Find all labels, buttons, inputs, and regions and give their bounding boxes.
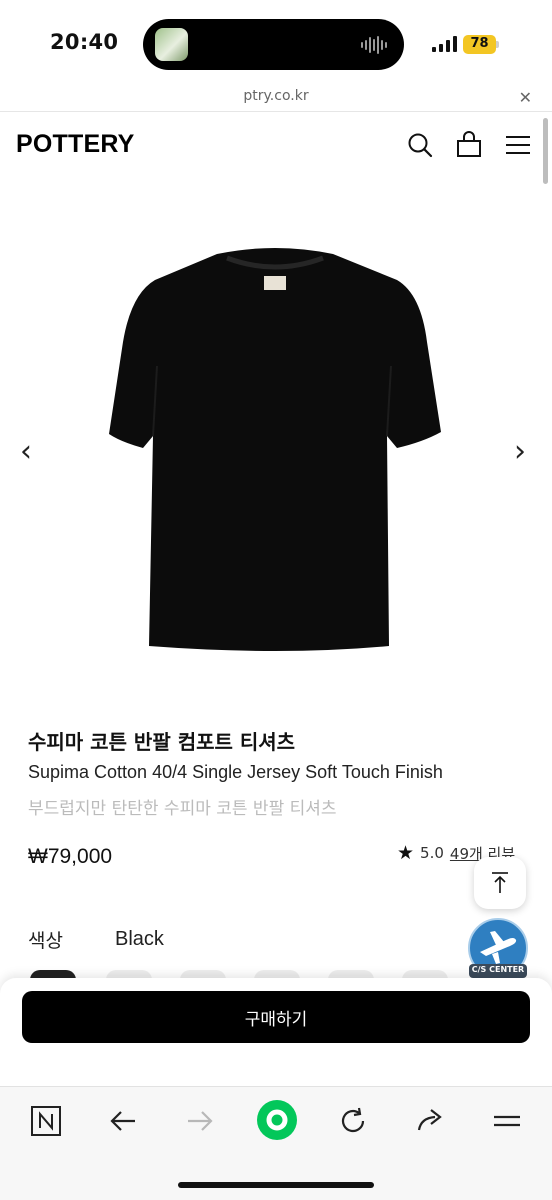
audio-waveform-icon [361, 36, 387, 54]
forward-arrow-icon[interactable] [182, 1103, 218, 1139]
close-icon[interactable]: ✕ [519, 88, 532, 107]
naver-n-icon[interactable] [28, 1103, 64, 1139]
battery-level: 78 [470, 36, 489, 51]
dynamic-island[interactable] [143, 19, 404, 70]
cs-center-label: C/S CENTER [471, 965, 525, 974]
scroll-to-top-button[interactable] [474, 857, 526, 909]
hamburger-menu-icon[interactable] [504, 131, 532, 159]
status-bar: 20:40 78 [0, 0, 552, 84]
share-icon[interactable] [412, 1103, 448, 1139]
product-price: ₩79,000 [28, 845, 113, 868]
url-text[interactable]: ptry.co.kr [0, 88, 552, 104]
product-image-black-tshirt[interactable] [105, 246, 445, 656]
arrow-up-icon [492, 872, 508, 893]
shopping-bag-icon[interactable] [455, 131, 483, 159]
product-description: 부드럽지만 탄탄한 수피마 코튼 반팔 티셔츠 [28, 799, 337, 819]
site-header: POTTERY [0, 112, 552, 178]
product-title: 수피마 코튼 반팔 컴포트 티셔츠 [28, 730, 296, 754]
site-logo[interactable]: POTTERY [16, 130, 135, 159]
naver-green-home-icon[interactable] [256, 1099, 298, 1141]
gallery-prev-arrow[interactable]: ‹ [20, 434, 32, 469]
scroll-indicator [543, 118, 548, 184]
now-playing-thumbnail [155, 28, 188, 61]
back-arrow-icon[interactable] [105, 1103, 141, 1139]
home-indicator[interactable] [178, 1182, 374, 1188]
search-icon[interactable] [406, 131, 434, 159]
product-gallery[interactable]: ‹ › [0, 180, 552, 710]
refresh-icon[interactable] [335, 1103, 371, 1139]
product-subtitle: Supima Cotton 40/4 Single Jersey Soft To… [28, 762, 443, 782]
gallery-next-arrow[interactable]: › [514, 434, 526, 469]
color-label: 색상 [28, 930, 63, 952]
battery-icon: 78 [463, 35, 499, 54]
rating-value: 5.0 [420, 844, 444, 862]
selected-color: Black [115, 928, 164, 950]
star-icon: ★ [397, 842, 415, 864]
menu-icon[interactable] [489, 1103, 525, 1139]
cs-center-button[interactable]: C/S CENTER [466, 918, 530, 982]
address-bar[interactable]: ptry.co.kr ✕ [0, 84, 552, 112]
clock: 20:40 [50, 30, 119, 54]
cellular-signal-icon [432, 36, 457, 52]
purchase-panel: 구매하기 [0, 978, 552, 1088]
buy-button[interactable]: 구매하기 [22, 991, 530, 1043]
